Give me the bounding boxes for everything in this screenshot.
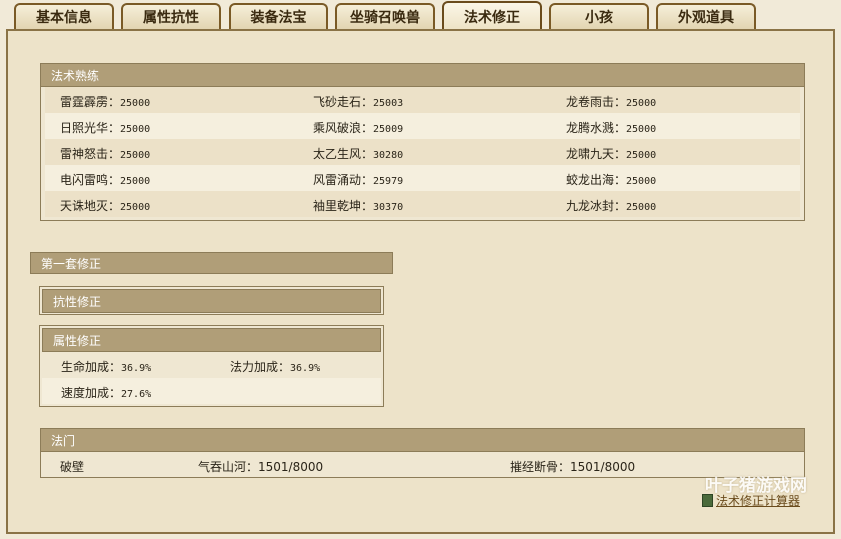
skill-name: 蛟龙出海：	[566, 173, 627, 187]
skill-name: 龙卷雨击：	[566, 95, 627, 109]
tab-spell-correction[interactable]: 法术修正	[442, 1, 542, 30]
skill-entry: 乘风破浪：25009	[313, 119, 403, 136]
skill-value: 30370	[373, 202, 404, 213]
skill-value: 25000	[120, 98, 151, 109]
skill-name: 龙腾水溅：	[566, 121, 627, 135]
skill-entry: 电闪雷鸣：25000	[60, 171, 150, 188]
skill-value: 25000	[120, 176, 151, 187]
first-set-title: 第一套修正	[30, 252, 393, 274]
skill-name: 雷神怒击：	[60, 147, 121, 161]
hp-bonus-label: 生命加成：	[61, 360, 122, 374]
school-item-1: 破壁	[60, 460, 85, 474]
skill-entry: 蛟龙出海：25000	[566, 171, 656, 188]
skill-value: 30280	[373, 150, 404, 161]
skill-entry: 袖里乾坤：30370	[313, 197, 403, 214]
attr-row-1: 生命加成：36.9% 法力加成：36.9%	[42, 352, 381, 378]
skill-value: 25003	[373, 98, 404, 109]
skill-row: 天诛地灭：25000 袖里乾坤：30370 九龙冰封：25000	[45, 191, 800, 217]
mp-bonus-value: 36.9%	[290, 363, 321, 374]
mp-bonus-label: 法力加成：	[230, 360, 291, 374]
skill-list: 雷霆霹雳：25000 飞砂走石：25003 龙卷雨击：25000 日照光华：25000…	[41, 87, 804, 217]
skill-entry: 九龙冰封：25000	[566, 197, 656, 214]
tab-equipment[interactable]: 装备法宝	[229, 3, 328, 29]
skill-entry: 风雷涌动：25979	[313, 171, 403, 188]
school-title: 法门	[41, 429, 804, 452]
skill-name: 太乙生风：	[313, 147, 374, 161]
skill-name: 龙啸九天：	[566, 147, 627, 161]
tab-basic-info[interactable]: 基本信息	[14, 3, 114, 29]
skill-value: 25000	[626, 202, 657, 213]
tab-mounts-pets[interactable]: 坐骑召唤兽	[335, 3, 435, 29]
attribute-correction-title: 属性修正	[42, 328, 381, 352]
skill-entry: 龙腾水溅：25000	[566, 119, 656, 136]
calculator-link-wrap[interactable]: 法术修正计算器	[702, 492, 800, 509]
tab-attributes[interactable]: 属性抗性	[121, 3, 221, 29]
skill-value: 25979	[373, 176, 404, 187]
skill-entry: 天诛地灭：25000	[60, 197, 150, 214]
skill-rows: 雷霆霹雳：25000 飞砂走石：25003 龙卷雨击：25000 日照光华：25000…	[45, 87, 800, 217]
skill-name: 天诛地灭：	[60, 199, 121, 213]
hp-bonus-value: 36.9%	[121, 363, 152, 374]
skill-name: 乘风破浪：	[313, 121, 374, 135]
calculator-icon	[702, 494, 713, 507]
skill-value: 25000	[626, 124, 657, 135]
skill-name: 日照光华：	[60, 121, 121, 135]
skill-proficiency-box: 法术熟练 雷霆霹雳：25000 飞砂走石：25003 龙卷雨击：25000 日照光华：…	[40, 63, 805, 221]
skill-value: 25000	[120, 202, 151, 213]
skill-row: 雷神怒击：25000 太乙生风：30280 龙啸九天：25000	[45, 139, 800, 165]
skill-name: 风雷涌动：	[313, 173, 374, 187]
skill-entry: 飞砂走石：25003	[313, 93, 403, 110]
attribute-correction-box: 属性修正 生命加成：36.9% 法力加成：36.9% 速度加成：27.6%	[39, 325, 384, 407]
main-panel: 法术熟练 雷霆霹雳：25000 飞砂走石：25003 龙卷雨击：25000 日照光华：…	[6, 29, 835, 534]
skill-row: 电闪雷鸣：25000 风雷涌动：25979 蛟龙出海：25000	[45, 165, 800, 191]
speed-bonus-label: 速度加成：	[61, 386, 122, 400]
tab-bar: 基本信息 属性抗性 装备法宝 坐骑召唤兽 法术修正 小孩 外观道具	[0, 0, 841, 30]
skill-entry: 雷神怒击：25000	[60, 145, 150, 162]
skill-value: 25000	[120, 150, 151, 161]
skill-name: 九龙冰封：	[566, 199, 627, 213]
tab-children[interactable]: 小孩	[549, 3, 649, 29]
skill-name: 雷霆霹雳：	[60, 95, 121, 109]
skill-row: 雷霆霹雳：25000 飞砂走石：25003 龙卷雨击：25000	[45, 87, 800, 113]
school-row: 破壁 气吞山河：1501/8000 摧经断骨：1501/8000	[41, 452, 804, 478]
skill-value: 25000	[120, 124, 151, 135]
skill-entry: 太乙生风：30280	[313, 145, 403, 162]
attr-row-2: 速度加成：27.6%	[42, 378, 381, 404]
resist-correction-title: 抗性修正	[42, 289, 381, 313]
skill-entry: 雷霆霹雳：25000	[60, 93, 150, 110]
school-item-2: 气吞山河：1501/8000	[198, 460, 324, 474]
speed-bonus-value: 27.6%	[121, 389, 152, 400]
skill-proficiency-title: 法术熟练	[41, 64, 804, 87]
resist-correction-box: 抗性修正	[39, 286, 384, 315]
skill-value: 25009	[373, 124, 404, 135]
skill-value: 25000	[626, 150, 657, 161]
skill-name: 电闪雷鸣：	[60, 173, 121, 187]
skill-name: 袖里乾坤：	[313, 199, 374, 213]
skill-value: 25000	[626, 98, 657, 109]
skill-entry: 日照光华：25000	[60, 119, 150, 136]
skill-row: 日照光华：25000 乘风破浪：25009 龙腾水溅：25000	[45, 113, 800, 139]
tab-appearance[interactable]: 外观道具	[656, 3, 756, 29]
skill-name: 飞砂走石：	[313, 95, 374, 109]
skill-value: 25000	[626, 176, 657, 187]
spell-correction-calculator-link[interactable]: 法术修正计算器	[716, 492, 800, 509]
skill-entry: 龙啸九天：25000	[566, 145, 656, 162]
school-item-3: 摧经断骨：1501/8000	[510, 460, 636, 474]
skill-entry: 龙卷雨击：25000	[566, 93, 656, 110]
school-box: 法门 破壁 气吞山河：1501/8000 摧经断骨：1501/8000	[40, 428, 805, 478]
